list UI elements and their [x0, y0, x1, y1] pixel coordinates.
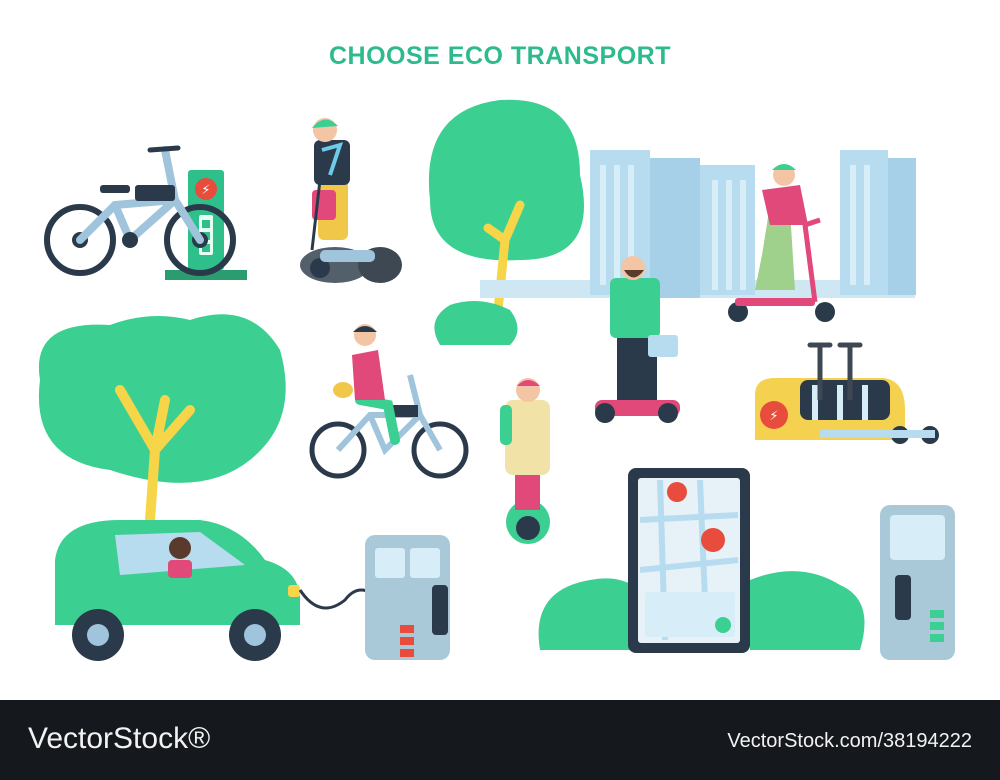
charger-right	[880, 505, 955, 660]
brand-name: VectorStock	[28, 722, 189, 755]
car-charging-station	[365, 535, 450, 660]
svg-text:⚡: ⚡	[201, 183, 210, 198]
tree-left	[38, 314, 286, 525]
brand-logo: VectorStock®	[28, 722, 210, 756]
tree-top	[428, 99, 584, 345]
map-kiosk	[628, 468, 750, 653]
electric-car	[55, 520, 382, 661]
scooter-docking-station: ⚡	[755, 342, 939, 444]
segway-rider	[300, 118, 402, 283]
registered-mark: ®	[188, 722, 211, 755]
watermark-footer: VectorStock® VectorStock.com/38194222	[0, 700, 1000, 780]
svg-text:⚡: ⚡	[769, 409, 778, 424]
eco-transport-scene: ⚡ ⚡	[38, 99, 955, 661]
illustration: CHOOSE ECO TRANSPORT ⚡ ⚡	[0, 0, 1000, 700]
monowheel-rider	[500, 378, 550, 544]
stock-id: VectorStock.com/38194222	[727, 730, 972, 752]
ebike-rider-woman	[309, 324, 469, 479]
